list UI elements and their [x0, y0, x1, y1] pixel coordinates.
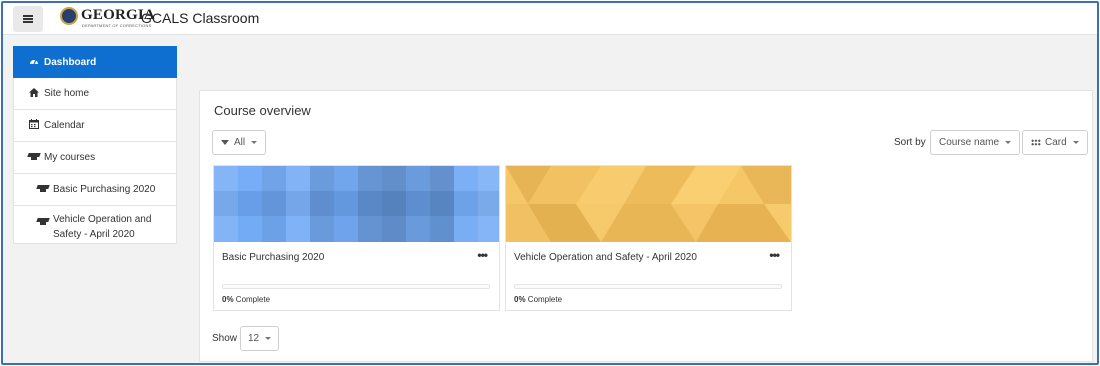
dashboard-icon — [27, 57, 41, 68]
grid-icon — [1031, 139, 1041, 146]
progress-suffix: Complete — [233, 295, 271, 304]
hexagon-pattern — [506, 166, 791, 242]
sidebar-item-label: Site home — [44, 88, 90, 99]
view-value: Card — [1045, 137, 1067, 148]
view-mode-dropdown[interactable]: Card — [1022, 130, 1088, 155]
graduation-cap-icon — [27, 152, 41, 163]
progress-bar — [514, 284, 782, 289]
sidebar-item-basic-purchasing[interactable]: Basic Purchasing 2020 — [13, 174, 177, 206]
filter-icon — [221, 140, 229, 145]
sidebar-item-label: My courses — [44, 152, 96, 163]
filter-label: All — [234, 137, 246, 148]
grouping-filter-dropdown[interactable]: All — [212, 130, 267, 155]
progress-text: 0% Complete — [222, 295, 270, 304]
sidebar-item-label: Vehicle Operation and Safety - April 202… — [53, 214, 152, 240]
sidebar-item-label: Dashboard — [44, 56, 97, 68]
more-actions-button[interactable]: ••• — [769, 248, 780, 262]
paging-dropdown[interactable]: 12 — [240, 326, 280, 351]
georgia-seal-logo — [60, 7, 78, 25]
course-card[interactable]: Vehicle Operation and Safety - April 202… — [505, 165, 792, 311]
progress-text: 0% Complete — [514, 295, 562, 304]
sidebar-item-calendar[interactable]: Calendar — [13, 110, 177, 142]
paging-value: 12 — [248, 333, 260, 344]
nav-drawer: Dashboard Site home Calendar My courses … — [13, 46, 177, 244]
course-name[interactable]: Vehicle Operation and Safety - April 202… — [514, 252, 697, 263]
caret-down-icon — [265, 337, 272, 340]
home-icon — [27, 87, 41, 100]
calendar-icon — [27, 119, 41, 132]
sort-dropdown[interactable]: Course name — [930, 130, 1021, 155]
caret-down-icon — [1072, 141, 1079, 144]
show-label: Show — [212, 333, 238, 344]
progress-bar — [222, 284, 490, 289]
hamburger-icon — [23, 15, 33, 23]
course-overview-block: Course overview All Sort by Course name … — [199, 90, 1093, 362]
more-actions-button[interactable]: ••• — [477, 248, 488, 262]
course-image[interactable] — [506, 166, 791, 242]
sidebar-item-vehicle-operation[interactable]: Vehicle Operation and Safety - April 202… — [13, 206, 177, 244]
top-navbar: GEORGIA DEPARTMENT OF CORRECTIONS GCALS … — [3, 3, 1097, 35]
course-card[interactable]: Basic Purchasing 2020 ••• 0% Complete — [213, 165, 500, 311]
course-image[interactable] — [214, 166, 499, 242]
course-name[interactable]: Basic Purchasing 2020 — [222, 252, 324, 263]
progress-value: 0% — [222, 295, 234, 304]
sort-value: Course name — [939, 137, 1000, 148]
sidebar-item-dashboard[interactable]: Dashboard — [13, 46, 177, 78]
site-name[interactable]: GCALS Classroom — [141, 10, 259, 26]
progress-value: 0% — [514, 295, 526, 304]
sidebar-item-my-courses[interactable]: My courses — [13, 142, 177, 174]
caret-down-icon — [251, 141, 258, 144]
graduation-cap-icon — [36, 184, 50, 195]
app-window: GEORGIA DEPARTMENT OF CORRECTIONS GCALS … — [1, 1, 1099, 365]
sidebar-item-label: Calendar — [44, 120, 85, 131]
caret-down-icon — [1005, 141, 1012, 144]
sort-by-label: Sort by — [894, 137, 926, 148]
sidebar-item-site-home[interactable]: Site home — [13, 78, 177, 110]
graduation-cap-icon — [36, 215, 50, 230]
section-title: Course overview — [214, 103, 311, 118]
hamburger-menu-button[interactable] — [13, 6, 43, 32]
sidebar-item-label: Basic Purchasing 2020 — [53, 184, 156, 195]
progress-suffix: Complete — [525, 295, 563, 304]
